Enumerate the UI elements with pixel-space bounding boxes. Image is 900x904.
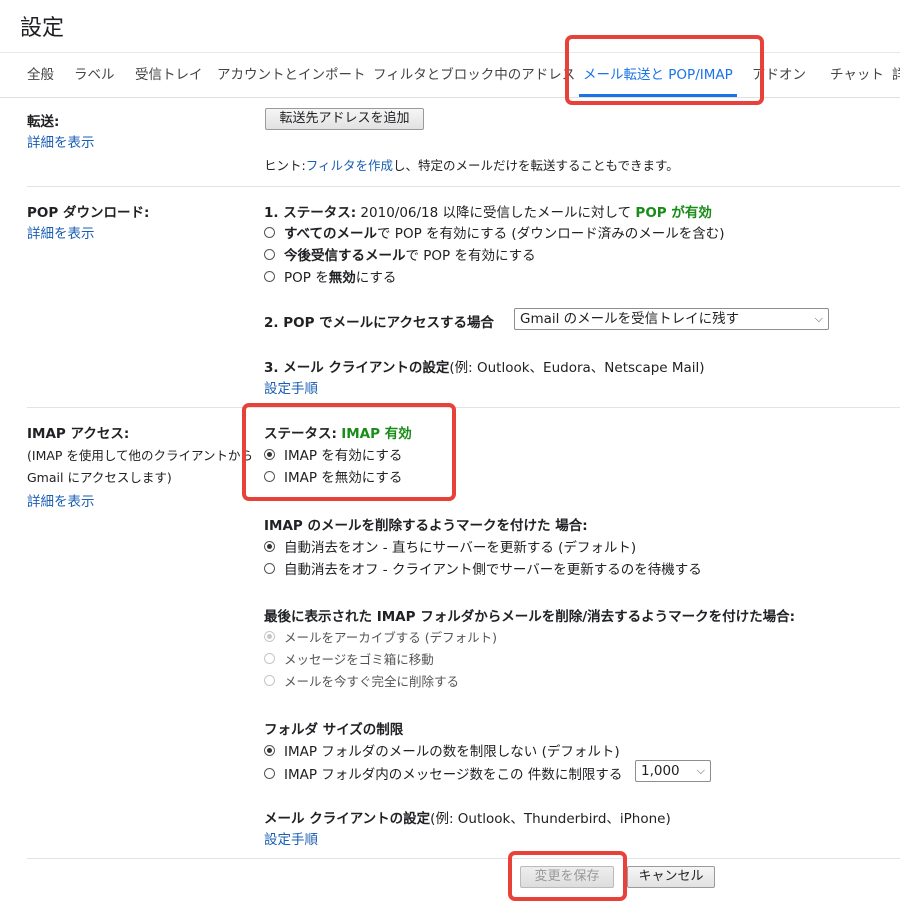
- tab-more[interactable]: 詳: [892, 53, 900, 97]
- folder-size-heading: フォルダ サイズの制限: [264, 722, 404, 738]
- radio-button[interactable]: [264, 562, 275, 574]
- forwarding-label: 転送:: [27, 114, 60, 130]
- auto-expunge-off-radio[interactable]: 自動消去をオフ - クライアント側でサーバーを更新するのを待機する: [264, 558, 702, 578]
- folder-limit-label: IMAP フォルダ内のメッセージ数をこの 件数に制限する: [284, 767, 623, 783]
- pop-status-text: 2010/06/18 以降に受信したメールに対して: [360, 205, 632, 221]
- radio-button[interactable]: [264, 248, 275, 260]
- folder-limit-select-value: 1,000: [641, 763, 680, 779]
- tab-chat[interactable]: チャット: [830, 53, 884, 97]
- imap-client-settings: メール クライアントの設定(例: Outlook、Thunderbird、iPh…: [264, 807, 671, 827]
- pop-enable-new-radio[interactable]: 今後受信するメールで POP を有効にする: [264, 244, 536, 264]
- pop-option-text: で POP を有効にする (ダウンロード済みのメールを含む): [377, 226, 725, 242]
- pop-access-label: 2. POP でメールにアクセスする場合: [264, 315, 495, 331]
- chevron-down-icon: ⌵: [696, 764, 705, 777]
- radio-button: [264, 675, 275, 686]
- auto-expunge-on-label: 自動消去をオン - 直ちにサーバーを更新する (デフォルト): [284, 540, 637, 556]
- imap-delete-heading: IMAP のメールを削除するようマークを付けた 場合:: [264, 518, 588, 534]
- expunge-archive-label: メールをアーカイブする (デフォルト): [284, 630, 497, 645]
- imap-label: IMAP アクセス:: [27, 426, 130, 442]
- divider: [27, 407, 900, 408]
- expunge-delete-radio: メールを今すぐ完全に削除する: [264, 671, 459, 690]
- imap-client-examples: (例: Outlook、Thunderbird、iPhone): [430, 811, 671, 827]
- folder-limit-select[interactable]: 1,000 ⌵: [635, 760, 711, 782]
- pop-option-bold: 今後受信するメール: [284, 248, 406, 264]
- tab-inbox[interactable]: 受信トレイ: [135, 53, 203, 97]
- radio-button[interactable]: [264, 744, 275, 756]
- pop-client-settings: 3. メール クライアントの設定(例: Outlook、Eudora、Netsc…: [264, 356, 705, 376]
- imap-status: ステータス: IMAP 有効: [264, 422, 412, 442]
- expunge-trash-radio: メッセージをゴミ箱に移動: [264, 649, 434, 668]
- pop-option-text: POP を: [284, 270, 329, 286]
- imap-setup-instructions-link[interactable]: 設定手順: [264, 828, 318, 848]
- pop-status-value: POP が有効: [635, 205, 712, 221]
- pop-access-select-value: Gmail のメールを受信トレイに残す: [520, 311, 740, 327]
- imap-disable-radio[interactable]: IMAP を無効にする: [264, 466, 402, 486]
- pop-enable-all-radio[interactable]: すべてのメールで POP を有効にする (ダウンロード済みのメールを含む): [264, 222, 724, 242]
- expunge-delete-label: メールを今すぐ完全に削除する: [284, 674, 460, 689]
- imap-description-line2: Gmail にアクセスします): [27, 470, 172, 485]
- radio-button: [264, 631, 275, 642]
- tab-accounts-import[interactable]: アカウントとインポート: [217, 53, 366, 97]
- divider: [27, 186, 900, 187]
- radio-button[interactable]: [264, 448, 275, 460]
- imap-status-value: IMAP 有効: [341, 426, 412, 442]
- imap-enable-radio[interactable]: IMAP を有効にする: [264, 444, 402, 464]
- imap-expunge-heading: 最後に表示された IMAP フォルダからメールを削除/消去するようマークを付けた…: [264, 609, 796, 625]
- auto-expunge-on-radio[interactable]: 自動消去をオン - 直ちにサーバーを更新する (デフォルト): [264, 536, 636, 556]
- chevron-down-icon: ⌵: [814, 312, 823, 325]
- radio-button[interactable]: [264, 540, 275, 552]
- radio-button[interactable]: [264, 270, 275, 282]
- folder-limit-radio[interactable]: IMAP フォルダ内のメッセージ数をこの 件数に制限する: [264, 763, 622, 783]
- divider: [27, 858, 900, 859]
- hint-suffix: し、特定のメールだけを転送することもできます。: [392, 158, 679, 173]
- page-title: 設定: [20, 16, 65, 41]
- forwarding-details-link[interactable]: 詳細を表示: [27, 131, 95, 151]
- pop-disable-radio[interactable]: POP を無効 にする: [264, 266, 396, 286]
- pop-client-examples: (例: Outlook、Eudora、Netscape Mail): [449, 360, 705, 376]
- imap-client-label: メール クライアントの設定: [264, 811, 431, 827]
- tab-general[interactable]: 全般: [27, 53, 54, 97]
- expunge-archive-radio: メールをアーカイブする (デフォルト): [264, 627, 497, 646]
- folder-no-limit-label: IMAP フォルダのメールの数を制限しない (デフォルト): [284, 744, 620, 760]
- pop-setup-instructions-link[interactable]: 設定手順: [264, 377, 318, 397]
- imap-enable-label: IMAP を有効にする: [284, 448, 403, 464]
- tab-addons[interactable]: アドオン: [752, 53, 806, 97]
- radio-button[interactable]: [264, 767, 275, 779]
- cancel-button[interactable]: キャンセル: [627, 866, 715, 888]
- pop-option-text: にする: [355, 270, 397, 286]
- pop-label: POP ダウンロード:: [27, 205, 150, 221]
- pop-details-link[interactable]: 詳細を表示: [27, 222, 95, 242]
- pop-client-label: 3. メール クライアントの設定: [264, 360, 450, 376]
- radio-button[interactable]: [264, 226, 275, 238]
- radio-button: [264, 653, 275, 664]
- pop-status: 1. ステータス: 2010/06/18 以降に受信したメールに対して POP …: [264, 201, 712, 221]
- tab-filters-blocked[interactable]: フィルタとブロック中のアドレス: [373, 53, 575, 97]
- imap-description-line1: (IMAP を使用して他のクライアントから: [27, 448, 254, 463]
- pop-option-bold: 無効: [328, 270, 356, 286]
- hint-prefix: ヒント:: [264, 158, 306, 173]
- expunge-trash-label: メッセージをゴミ箱に移動: [284, 652, 434, 667]
- pop-option-text: で POP を有効にする: [405, 248, 536, 264]
- save-changes-button[interactable]: 変更を保存: [520, 866, 614, 888]
- forwarding-hint: ヒント:フィルタを作成し、特定のメールだけを転送することもできます。: [264, 155, 679, 174]
- radio-button[interactable]: [264, 470, 275, 482]
- create-filter-link[interactable]: フィルタを作成: [306, 158, 393, 173]
- settings-tabs: 全般 ラベル 受信トレイ アカウントとインポート フィルタとブロック中のアドレス…: [0, 52, 900, 98]
- tab-labels[interactable]: ラベル: [74, 53, 115, 97]
- imap-status-prefix: ステータス:: [264, 426, 337, 442]
- add-forwarding-address-button[interactable]: 転送先アドレスを追加: [265, 108, 424, 130]
- tab-forwarding-pop-imap[interactable]: メール転送と POP/IMAP: [579, 53, 737, 97]
- folder-no-limit-radio[interactable]: IMAP フォルダのメールの数を制限しない (デフォルト): [264, 740, 620, 760]
- pop-option-bold: すべてのメール: [284, 226, 378, 242]
- pop-status-prefix: 1. ステータス:: [264, 205, 357, 221]
- pop-access-select[interactable]: Gmail のメールを受信トレイに残す ⌵: [514, 308, 829, 330]
- imap-details-link[interactable]: 詳細を表示: [27, 490, 95, 510]
- imap-disable-label: IMAP を無効にする: [284, 470, 403, 486]
- auto-expunge-off-label: 自動消去をオフ - クライアント側でサーバーを更新するのを待機する: [284, 562, 702, 578]
